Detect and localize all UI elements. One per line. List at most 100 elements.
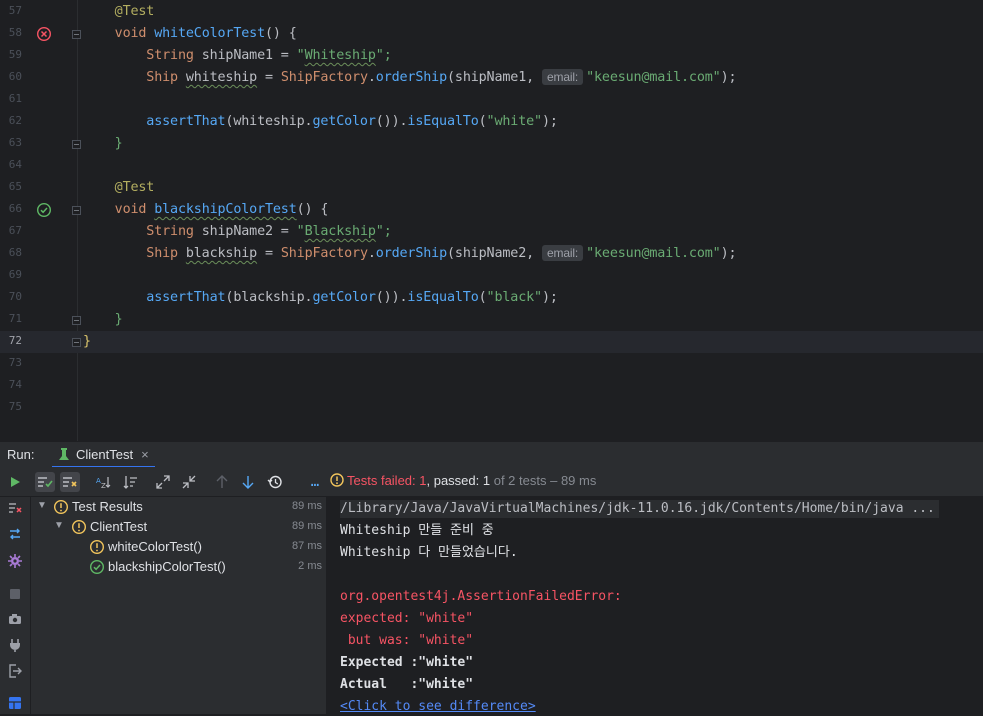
code-line[interactable]: 71 }	[0, 309, 983, 331]
fold-marker-icon[interactable]	[72, 316, 81, 325]
tree-time: 89 ms	[292, 500, 322, 512]
tab-client-test[interactable]: ClientTest ×	[52, 442, 155, 468]
code-line[interactable]: 74	[0, 375, 983, 397]
code-line[interactable]: 58 void whiteColorTest() {	[0, 23, 983, 45]
stop-failed-icon[interactable]	[7, 500, 23, 516]
fold-marker-icon[interactable]	[72, 30, 81, 39]
code-line[interactable]: 72}	[0, 331, 983, 353]
stop-icon[interactable]	[7, 586, 23, 602]
collapse-all-icon[interactable]	[179, 472, 199, 492]
plug-icon[interactable]	[7, 637, 23, 653]
code-token: (	[478, 114, 487, 129]
next-failed-icon[interactable]	[238, 472, 258, 492]
layout-icon[interactable]	[7, 695, 23, 711]
sort-duration-icon[interactable]	[120, 472, 140, 492]
camera-icon[interactable]	[7, 611, 23, 627]
test-status-summary: Tests failed: 1, passed: 1 of 2 tests – …	[330, 473, 596, 488]
code-line[interactable]: 70 assertThat(blackship.getColor()).isEq…	[0, 287, 983, 309]
line-number[interactable]: 64	[0, 158, 22, 171]
code-token: orderShip	[375, 246, 447, 261]
code-token: );	[541, 290, 558, 305]
code-token: orderShip	[375, 70, 447, 85]
line-number[interactable]: 71	[0, 312, 22, 325]
fold-marker-icon[interactable]	[72, 338, 81, 347]
toggle-auto-test-icon[interactable]	[7, 526, 23, 542]
close-tab-icon[interactable]: ×	[141, 447, 149, 462]
chevron-down-icon[interactable]: ▼	[54, 520, 64, 531]
console-line: /Library/Java/JavaVirtualMachines/jdk-11…	[340, 500, 939, 518]
code-text: }	[83, 311, 123, 329]
code-line[interactable]: 67 String shipName2 = "Blackship";	[0, 221, 983, 243]
line-number[interactable]: 65	[0, 180, 22, 193]
line-number[interactable]: 68	[0, 246, 22, 259]
warning-icon	[330, 473, 344, 487]
settings-gear-icon[interactable]	[7, 553, 23, 569]
code-token: }	[114, 312, 123, 327]
fold-marker-icon[interactable]	[72, 140, 81, 149]
exit-icon[interactable]	[7, 663, 23, 679]
warning-icon	[71, 519, 87, 535]
code-line[interactable]: 57 @Test	[0, 1, 983, 23]
line-number[interactable]: 66	[0, 202, 22, 215]
code-token: blackshipColorTest	[154, 202, 297, 217]
code-line[interactable]: 69	[0, 265, 983, 287]
show-ignored-icon[interactable]	[60, 472, 80, 492]
tree-root-test-results[interactable]: ▼ Test Results 89 ms	[31, 497, 326, 517]
console-line: Whiteship 만들 준비 중	[340, 523, 494, 538]
tree-time: 2 ms	[298, 560, 322, 572]
show-passed-icon[interactable]	[35, 472, 55, 492]
tree-test-white-color[interactable]: whiteColorTest() 87 ms	[31, 537, 326, 557]
console-output[interactable]: /Library/Java/JavaVirtualMachines/jdk-11…	[327, 497, 983, 714]
sort-alpha-icon[interactable]: AZ	[93, 472, 113, 492]
more-icon[interactable]: …	[305, 472, 325, 492]
code-token: void	[114, 26, 155, 41]
line-number[interactable]: 70	[0, 290, 22, 303]
previous-failed-icon[interactable]	[212, 472, 232, 492]
code-token: assertThat	[146, 114, 226, 129]
line-number[interactable]: 63	[0, 136, 22, 149]
code-line[interactable]: 66 void blackshipColorTest() {	[0, 199, 983, 221]
see-difference-link[interactable]: <Click to see difference>	[340, 698, 536, 716]
test-failed-icon[interactable]	[36, 26, 52, 42]
test-history-icon[interactable]	[265, 472, 285, 492]
code-token: Ship	[146, 246, 186, 261]
line-number[interactable]: 57	[0, 4, 22, 17]
code-line[interactable]: 64	[0, 155, 983, 177]
line-number[interactable]: 58	[0, 26, 22, 39]
line-number[interactable]: 72	[0, 334, 22, 347]
fold-marker-icon[interactable]	[72, 206, 81, 215]
tree-suite-client-test[interactable]: ▼ ClientTest 89 ms	[31, 517, 326, 537]
tree-label: Test Results	[72, 499, 143, 514]
code-line[interactable]: 59 String shipName1 = "Whiteship";	[0, 45, 983, 67]
rerun-icon[interactable]	[5, 472, 25, 492]
code-line[interactable]: 65 @Test	[0, 177, 983, 199]
code-line[interactable]: 63 }	[0, 133, 983, 155]
line-number[interactable]: 67	[0, 224, 22, 237]
line-number[interactable]: 61	[0, 92, 22, 105]
line-number[interactable]: 59	[0, 48, 22, 61]
code-editor[interactable]: 57 @Test 58 void whiteColorTest() {59 Str…	[0, 0, 983, 441]
code-line[interactable]: 62 assertThat(whiteship.getColor()).isEq…	[0, 111, 983, 133]
code-line[interactable]: 61	[0, 89, 983, 111]
code-line[interactable]: 75	[0, 397, 983, 419]
code-line[interactable]: 60 Ship whiteship = ShipFactory.orderShi…	[0, 67, 983, 89]
line-number[interactable]: 73	[0, 356, 22, 369]
code-text: @Test	[83, 179, 155, 197]
chevron-down-icon[interactable]: ▼	[37, 500, 47, 511]
test-passed-icon[interactable]	[36, 202, 52, 218]
test-results-tree[interactable]: ▼ Test Results 89 ms ▼ ClientTest 89 ms …	[31, 497, 327, 714]
line-number[interactable]: 69	[0, 268, 22, 281]
line-number[interactable]: 60	[0, 70, 22, 83]
line-number[interactable]: 74	[0, 378, 22, 391]
code-token: void	[114, 202, 155, 217]
code-line[interactable]: 68 Ship blackship = ShipFactory.orderShi…	[0, 243, 983, 265]
line-number[interactable]: 62	[0, 114, 22, 127]
expand-all-icon[interactable]	[153, 472, 173, 492]
line-number[interactable]: 75	[0, 400, 22, 413]
warning-icon	[53, 499, 69, 515]
tree-test-blackship-color[interactable]: blackshipColorTest() 2 ms	[31, 557, 326, 577]
code-line[interactable]: 73	[0, 353, 983, 375]
